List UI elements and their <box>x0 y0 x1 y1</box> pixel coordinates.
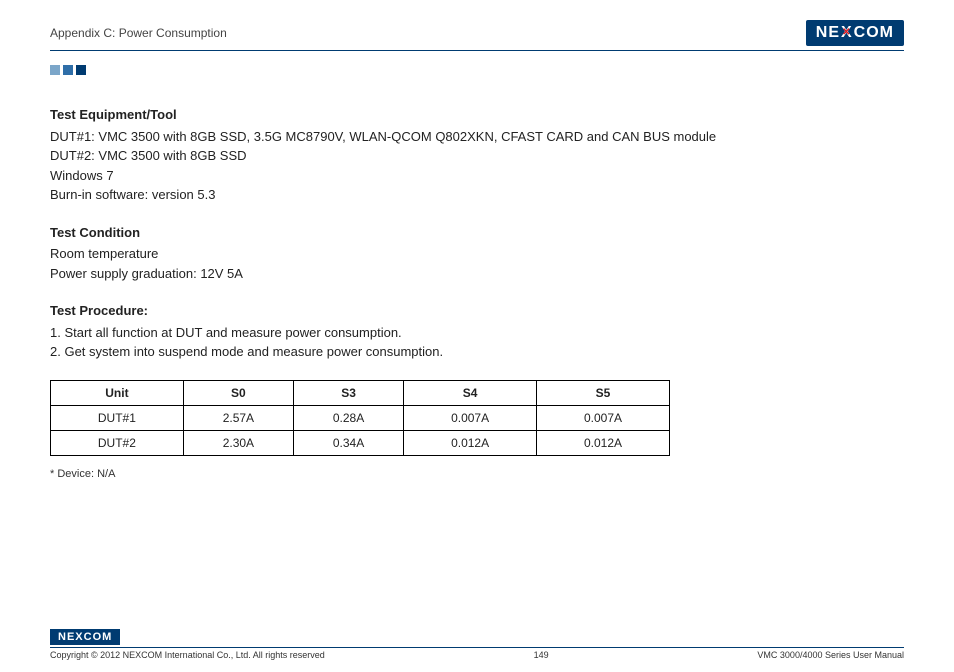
text-line: Burn-in software: version 5.3 <box>50 185 904 205</box>
table-header: S0 <box>183 380 293 405</box>
table-cell: 0.012A <box>404 430 537 455</box>
table-header: S5 <box>537 380 670 405</box>
table-cell: 0.28A <box>293 405 403 430</box>
text-line: Power supply graduation: 12V 5A <box>50 264 904 284</box>
table-row: DUT#2 2.30A 0.34A 0.012A 0.012A <box>51 430 670 455</box>
copyright-text: Copyright © 2012 NEXCOM International Co… <box>50 650 325 660</box>
logo-post: COM <box>854 24 894 42</box>
table-cell: 2.30A <box>183 430 293 455</box>
section-title: Test Condition <box>50 223 904 243</box>
text-line: DUT#1: VMC 3500 with 8GB SSD, 3.5G MC879… <box>50 127 904 147</box>
table-header: S3 <box>293 380 403 405</box>
table-cell: 0.34A <box>293 430 403 455</box>
page-number: 149 <box>534 650 549 660</box>
text-line: DUT#2: VMC 3500 with 8GB SSD <box>50 146 904 166</box>
logo-pre: NE <box>816 24 840 42</box>
table-cell: 0.007A <box>537 405 670 430</box>
header-title: Appendix C: Power Consumption <box>50 26 227 40</box>
section-condition: Test Condition Room temperature Power su… <box>50 223 904 284</box>
main-content: Test Equipment/Tool DUT#1: VMC 3500 with… <box>50 105 904 482</box>
square-icon <box>50 65 60 75</box>
text-line: 1. Start all function at DUT and measure… <box>50 323 904 343</box>
table-header-row: Unit S0 S3 S4 S5 <box>51 380 670 405</box>
page-footer: NEXCOM Copyright © 2012 NEXCOM Internati… <box>50 627 904 660</box>
table-header: S4 <box>404 380 537 405</box>
text-line: Room temperature <box>50 244 904 264</box>
table-header: Unit <box>51 380 184 405</box>
table-cell: DUT#1 <box>51 405 184 430</box>
table-cell: DUT#2 <box>51 430 184 455</box>
logo-post: COM <box>84 631 113 643</box>
section-title: Test Equipment/Tool <box>50 105 904 125</box>
table-cell: 0.007A <box>404 405 537 430</box>
logo-pre: NE <box>58 631 75 643</box>
square-icon <box>76 65 86 75</box>
logo-nexcom: NEXCOM <box>806 20 904 46</box>
decorative-squares <box>50 65 904 75</box>
manual-title: VMC 3000/4000 Series User Manual <box>757 650 904 660</box>
table-cell: 2.57A <box>183 405 293 430</box>
table-footnote: * Device: N/A <box>50 466 904 483</box>
page-header: Appendix C: Power Consumption NEXCOM <box>50 20 904 51</box>
text-line: Windows 7 <box>50 166 904 186</box>
table-cell: 0.012A <box>537 430 670 455</box>
power-consumption-table: Unit S0 S3 S4 S5 DUT#1 2.57A 0.28A 0.007… <box>50 380 670 456</box>
footer-logo: NEXCOM <box>50 629 120 645</box>
section-title: Test Procedure: <box>50 301 904 321</box>
section-procedure: Test Procedure: 1. Start all function at… <box>50 301 904 362</box>
text-line: 2. Get system into suspend mode and meas… <box>50 342 904 362</box>
square-icon <box>63 65 73 75</box>
logo-x: X <box>75 631 83 643</box>
logo-x: X <box>840 24 854 42</box>
section-equipment: Test Equipment/Tool DUT#1: VMC 3500 with… <box>50 105 904 205</box>
footer-line: Copyright © 2012 NEXCOM International Co… <box>50 647 904 660</box>
table-row: DUT#1 2.57A 0.28A 0.007A 0.007A <box>51 405 670 430</box>
